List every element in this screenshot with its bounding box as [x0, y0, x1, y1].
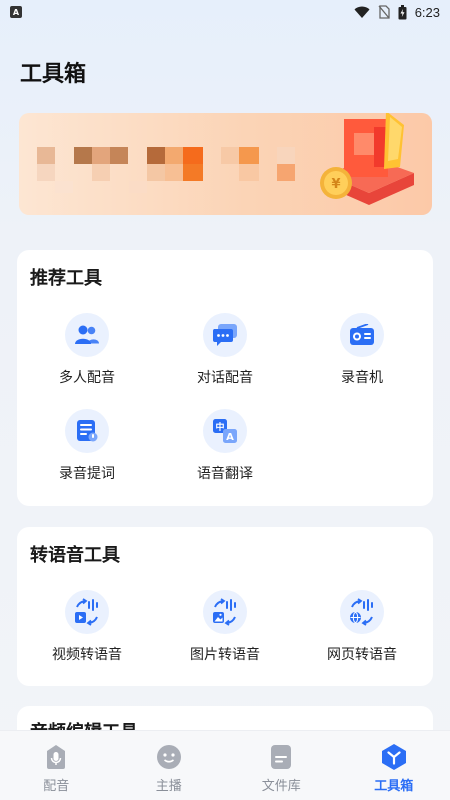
tool-label: 多人配音 [59, 370, 115, 386]
tool-label: 网页转语音 [327, 647, 397, 663]
tool-dialogue-dubbing[interactable]: 对话配音 [165, 313, 285, 387]
tab-label: 配音 [43, 779, 70, 794]
tool-label: 视频转语音 [52, 647, 122, 663]
tool-label: 录音机 [341, 370, 383, 386]
tool-label: 对话配音 [197, 370, 253, 386]
tool-image-to-speech[interactable]: 图片转语音 [165, 590, 285, 664]
video-to-speech-icon [65, 590, 109, 634]
bottom-tab-bar: 配音 主播 文件库 工具箱 [0, 730, 450, 800]
tool-label: 图片转语音 [190, 647, 260, 663]
image-to-speech-icon [203, 590, 247, 634]
gift-coin-icon: ¥ [320, 113, 414, 205]
no-sim-icon [378, 5, 390, 19]
file-library-icon [267, 743, 295, 771]
tab-label: 工具箱 [374, 779, 414, 794]
web-to-speech-icon [340, 590, 384, 634]
clock: 6:23 [414, 4, 440, 20]
tab-file-library[interactable]: 文件库 [225, 731, 338, 800]
tab-label: 主播 [155, 779, 182, 794]
battery-icon [398, 4, 407, 19]
radio-recorder-icon [340, 313, 384, 357]
tool-multi-person-dubbing[interactable]: 多人配音 [27, 313, 147, 387]
dubbing-icon [42, 743, 70, 771]
tool-label: 录音提词 [59, 466, 115, 482]
recommended-tools-card: 推荐工具 多人配音 对话配音 录音机 录音提词 中 A 语音翻译 [17, 250, 433, 506]
notification-icon: A [10, 6, 22, 18]
section-title: 转语音工具 [30, 545, 120, 566]
tool-video-to-speech[interactable]: 视频转语音 [27, 590, 147, 664]
tool-recorder[interactable]: 录音机 [302, 313, 422, 387]
tab-anchor[interactable]: 主播 [113, 731, 226, 800]
speech-conversion-card: 转语音工具 视频转语音 图片转语音 网页转语音 [17, 527, 433, 686]
tool-label: 语音翻译 [197, 466, 253, 482]
status-bar: A 6:23 [0, 0, 450, 24]
svg-text:A: A [226, 432, 234, 443]
svg-text:¥: ¥ [331, 177, 340, 192]
tab-dubbing[interactable]: 配音 [0, 731, 113, 800]
tool-web-to-speech[interactable]: 网页转语音 [302, 590, 422, 664]
section-title: 推荐工具 [30, 268, 102, 289]
toolbox-icon [380, 743, 408, 771]
tool-voice-translate[interactable]: 中 A 语音翻译 [165, 409, 285, 483]
chat-bubble-icon [203, 313, 247, 357]
anchor-icon [155, 743, 183, 771]
tab-toolbox[interactable]: 工具箱 [338, 731, 450, 800]
page-title: 工具箱 [20, 62, 87, 87]
wifi-icon [354, 6, 370, 18]
promo-banner[interactable]: ¥ [19, 113, 432, 215]
tool-recording-teleprompter[interactable]: 录音提词 [27, 409, 147, 483]
teleprompter-icon [65, 409, 109, 453]
people-icon [65, 313, 109, 357]
translate-icon: 中 A [203, 409, 247, 453]
tab-label: 文件库 [261, 779, 301, 794]
